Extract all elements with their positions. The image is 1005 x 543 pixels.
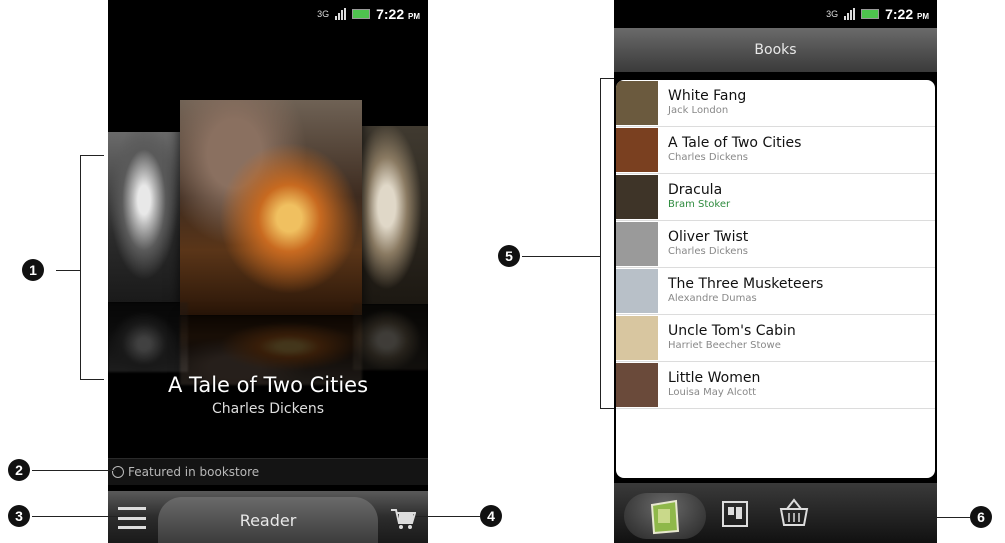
callout-line — [32, 516, 120, 517]
callout-3: 3 — [8, 505, 30, 527]
featured-label: Featured in bookstore — [128, 465, 260, 479]
battery-icon — [861, 9, 880, 19]
callout-6: 6 — [970, 506, 992, 528]
book-author: Charles Dickens — [668, 152, 748, 163]
book-cover-dracula[interactable] — [353, 126, 428, 304]
book-thumbnail — [616, 81, 658, 125]
book-title: Oliver Twist — [668, 229, 749, 245]
book-author: Jack London — [668, 105, 729, 116]
callout-5: 5 — [498, 245, 520, 267]
library-icon — [650, 499, 680, 535]
callout-2: 2 — [8, 459, 30, 481]
callout-1: 1 — [22, 259, 44, 281]
list-item[interactable]: The Three Musketeers Alexandre Dumas — [616, 268, 935, 315]
battery-icon — [352, 9, 371, 19]
book-author: Harriet Beecher Stowe — [668, 340, 781, 351]
tab-reader[interactable]: Reader — [158, 497, 378, 543]
signal-icon — [844, 8, 856, 20]
downloads-icon[interactable] — [720, 499, 750, 529]
network-indicator: 3G — [317, 8, 330, 19]
callout-line — [32, 470, 116, 471]
featured-book-author: Charles Dickens — [212, 401, 324, 417]
book-cover-selected[interactable] — [180, 100, 362, 315]
network-indicator: 3G — [826, 8, 839, 19]
left-phone-screen: 3G 7:22 PM A Tale of Two Cities Charles … — [108, 0, 428, 543]
cover-reflection — [108, 302, 188, 372]
page-title: Books — [614, 28, 937, 72]
book-thumbnail — [616, 222, 658, 266]
cover-reflection — [353, 304, 428, 370]
book-thumbnail — [616, 175, 658, 219]
book-author: Bram Stoker — [668, 199, 731, 210]
clock: 7:22 PM — [376, 6, 420, 22]
book-thumbnail — [616, 128, 658, 172]
book-author: Louisa May Alcott — [668, 387, 757, 398]
callout-bracket — [600, 78, 601, 408]
book-author: Charles Dickens — [668, 246, 748, 257]
book-thumbnail — [616, 269, 658, 313]
callout-line — [416, 516, 480, 517]
featured-book-title: A Tale of Two Cities — [167, 373, 369, 397]
bottom-dock — [614, 483, 937, 543]
callout-bracket — [80, 155, 81, 379]
bottom-bar: Reader — [108, 491, 428, 543]
book-author: Alexandre Dumas — [668, 293, 757, 304]
book-thumbnail — [616, 316, 658, 360]
featured-in-bookstore[interactable]: Featured in bookstore — [108, 458, 428, 485]
list-item[interactable]: Little Women Louisa May Alcott — [616, 362, 935, 409]
callout-bracket — [600, 78, 614, 79]
book-title: The Three Musketeers — [668, 276, 824, 292]
book-title: Uncle Tom's Cabin — [668, 323, 796, 339]
featured-icon — [112, 466, 124, 478]
status-bar: 3G 7:22 PM — [108, 0, 428, 28]
callout-line — [900, 517, 970, 518]
callout-bracket — [80, 155, 104, 156]
book-title: White Fang — [668, 88, 747, 104]
book-thumbnail — [616, 363, 658, 407]
status-bar: 3G 7:22 PM — [614, 0, 937, 28]
list-item[interactable]: Uncle Tom's Cabin Harriet Beecher Stowe — [616, 315, 935, 362]
list-item[interactable]: Dracula Bram Stoker — [616, 174, 935, 221]
callout-line — [56, 270, 80, 271]
book-title: Little Women — [668, 370, 761, 386]
callout-bracket — [600, 408, 614, 409]
signal-icon — [335, 8, 347, 20]
tab-reader-label: Reader — [239, 510, 297, 530]
bookstore-icon[interactable] — [778, 497, 810, 527]
cart-icon[interactable] — [390, 506, 416, 530]
right-phone-screen: 3G 7:22 PM Books White Fang Jack London … — [614, 0, 937, 543]
callout-bracket — [80, 379, 104, 380]
callout-4: 4 — [480, 505, 502, 527]
list-item[interactable]: A Tale of Two Cities Charles Dickens — [616, 127, 935, 174]
book-title: A Tale of Two Cities — [668, 135, 802, 151]
tab-library[interactable] — [624, 493, 706, 539]
callout-line — [522, 256, 600, 257]
books-list: White Fang Jack London A Tale of Two Cit… — [616, 80, 935, 478]
list-item[interactable]: White Fang Jack London — [616, 80, 935, 127]
clock: 7:22 PM — [885, 6, 929, 22]
menu-icon[interactable] — [118, 507, 146, 529]
list-item[interactable]: Oliver Twist Charles Dickens — [616, 221, 935, 268]
book-title: Dracula — [668, 182, 723, 198]
book-cover-white-fang[interactable] — [108, 132, 188, 302]
